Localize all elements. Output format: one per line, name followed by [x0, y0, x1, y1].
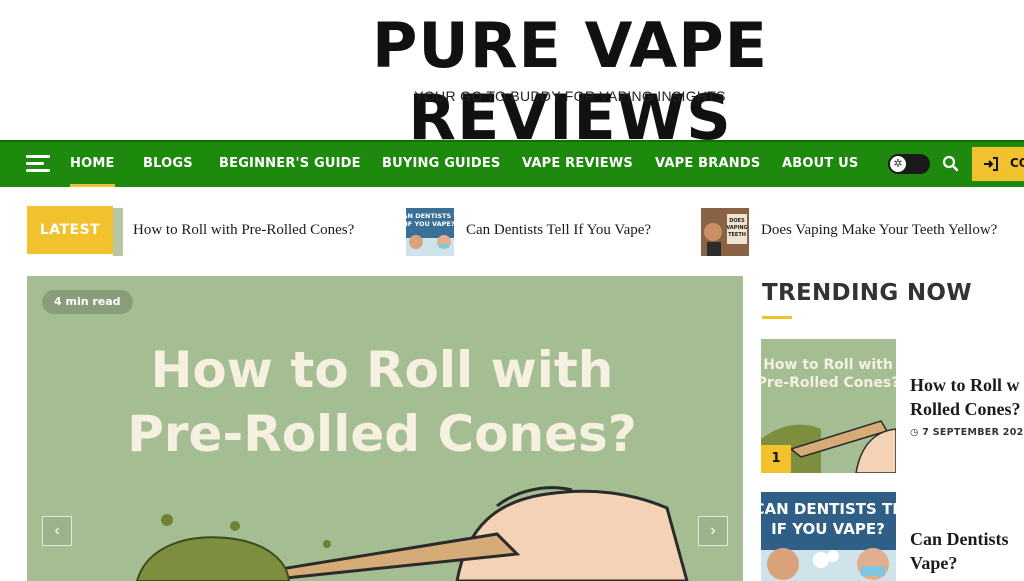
trending-thumb-2[interactable]: CAN DENTISTS TE IF YOU VAPE?	[761, 492, 896, 581]
trending-thumb-1-line-1: How to Roll with	[763, 357, 893, 373]
trending-date-1-text: 7 SEPTEMBER 2025	[922, 427, 1024, 438]
svg-text:DOES: DOES	[729, 218, 745, 224]
nav-item-buying-guides[interactable]: BUYING GUIDES	[382, 142, 501, 187]
latest-badge: LATEST	[27, 206, 113, 254]
svg-text:VAPING: VAPING	[726, 225, 747, 231]
trending-title-1[interactable]: How to Roll w Rolled Cones?	[910, 373, 1021, 421]
dentist-thumb-art: CAN DENTISTS TE IF YOU VAPE?	[406, 208, 454, 256]
trending-thumb-1-line-2: Pre-Rolled Cones?	[761, 375, 896, 391]
search-button[interactable]	[940, 152, 962, 176]
trending-title-2-line-2: Vape?	[910, 553, 958, 573]
trending-title-1-line-1: How to Roll w	[910, 375, 1020, 395]
nav-item-home[interactable]: HOME	[70, 142, 115, 187]
nav-item-beginners-guide[interactable]: BEGINNER'S GUIDE	[219, 142, 361, 187]
dentist-trending-art: CAN DENTISTS TE IF YOU VAPE?	[761, 492, 896, 581]
trending-title-2[interactable]: Can Dentists Vape?	[910, 527, 1009, 575]
theme-toggle-icon: ✲	[890, 156, 906, 172]
site-tagline: YOUR GO TO BUDDY FOR VAPING INSIGHTS	[414, 88, 726, 104]
hero-title-line-1: How to Roll with	[150, 341, 614, 399]
nav-item-about-us[interactable]: ABOUT US	[782, 142, 859, 187]
trending-thumb-2-line-2: IF YOU VAPE?	[771, 520, 885, 538]
trending-title-1-line-2: Rolled Cones?	[910, 399, 1021, 419]
theme-toggle[interactable]: ✲	[888, 154, 930, 174]
search-icon	[942, 155, 959, 172]
svg-text:IF YOU VAPE?: IF YOU VAPE?	[406, 220, 454, 228]
teeth-thumb-art: DOES VAPING TEETH	[701, 208, 749, 256]
chevron-right-icon: ›	[710, 522, 716, 539]
latest-ticker: LATEST How to Roll with Pre-Rolled Cones…	[0, 200, 1024, 262]
trending-rank-badge: 1	[761, 445, 791, 473]
ticker-thumb-1[interactable]	[113, 208, 123, 256]
menu-icon[interactable]	[26, 154, 52, 174]
trending-date-1: ◷ 7 SEPTEMBER 2025	[910, 427, 1024, 438]
ticker-thumb-2[interactable]: CAN DENTISTS TE IF YOU VAPE?	[406, 208, 454, 256]
login-label: CO	[1010, 156, 1024, 170]
trending-thumb-2-line-1: CAN DENTISTS TE	[761, 500, 896, 518]
site-title[interactable]: PURE VAPE REVIEWS	[200, 10, 940, 154]
clock-icon: ◷	[910, 427, 919, 438]
trending-underline	[762, 316, 792, 319]
svg-text:CAN DENTISTS TE: CAN DENTISTS TE	[406, 212, 454, 220]
nav-item-vape-reviews[interactable]: VAPE REVIEWS	[522, 142, 633, 187]
trending-title-2-line-1: Can Dentists	[910, 529, 1009, 549]
login-icon	[984, 157, 998, 171]
chevron-left-icon: ‹	[54, 522, 60, 539]
ticker-thumb-3[interactable]: DOES VAPING TEETH	[701, 208, 749, 256]
nav-item-blogs[interactable]: BLOGS	[143, 142, 193, 187]
read-time-badge: 4 min read	[42, 290, 133, 314]
main-nav: HOME BLOGS BEGINNER'S GUIDE BUYING GUIDE…	[0, 140, 1024, 187]
slider-prev-button[interactable]: ‹	[42, 516, 72, 546]
trending-heading: TRENDING NOW	[762, 280, 972, 306]
ticker-title-1[interactable]: How to Roll with Pre-Rolled Cones?	[133, 222, 354, 239]
nav-item-vape-brands[interactable]: VAPE BRANDS	[655, 142, 760, 187]
hero-slider[interactable]: 4 min read How to Roll with Pre-Rolled C…	[27, 276, 743, 581]
ticker-title-2[interactable]: Can Dentists Tell If You Vape?	[466, 222, 651, 239]
ticker-title-3[interactable]: Does Vaping Make Your Teeth Yellow?	[761, 222, 997, 239]
svg-text:TEETH: TEETH	[728, 232, 746, 238]
slider-next-button[interactable]: ›	[698, 516, 728, 546]
hero-title[interactable]: How to Roll with Pre-Rolled Cones?	[87, 338, 677, 466]
site-header: PURE VAPE REVIEWS YOUR GO TO BUDDY FOR V…	[0, 0, 1024, 154]
login-button[interactable]: CO	[972, 147, 1024, 181]
hero-title-line-2: Pre-Rolled Cones?	[127, 405, 637, 463]
